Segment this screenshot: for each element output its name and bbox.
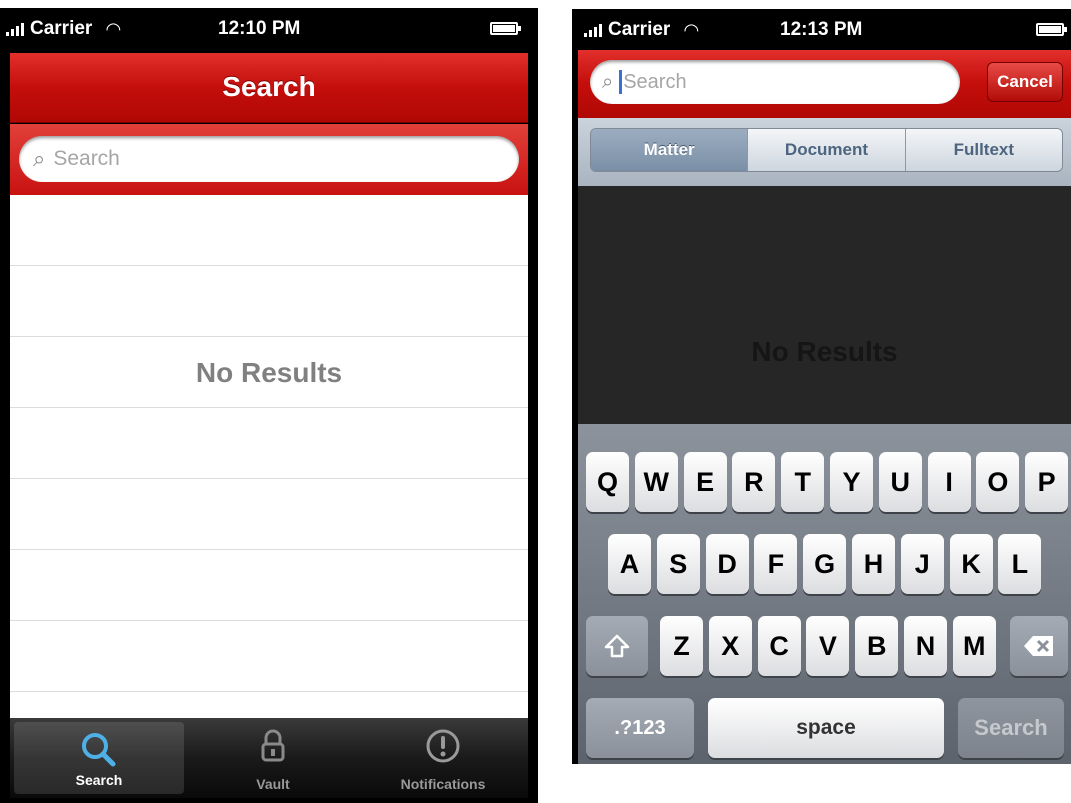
list-row xyxy=(10,479,528,550)
search-key[interactable]: Search xyxy=(958,698,1064,758)
search-input[interactable] xyxy=(53,147,434,171)
tab-vault[interactable]: Vault xyxy=(188,718,358,798)
exclamation-icon xyxy=(426,729,460,763)
wifi-icon: ◠ xyxy=(684,19,699,40)
navigation-bar: Search xyxy=(10,53,528,123)
phone-screen-search: Carrier ◠ 12:10 PM Search ⌕ No Results xyxy=(0,8,538,803)
key-o[interactable]: O xyxy=(976,452,1020,512)
key-c[interactable]: C xyxy=(757,616,801,676)
key-x[interactable]: X xyxy=(708,616,752,676)
backspace-icon xyxy=(1024,636,1053,656)
tab-bar: Search Vault Notifications xyxy=(10,718,528,798)
battery-icon xyxy=(1036,23,1067,36)
status-time: 12:10 PM xyxy=(218,18,301,39)
key-y[interactable]: Y xyxy=(830,452,873,512)
search-field[interactable]: ⌕ xyxy=(590,60,960,104)
status-time: 12:13 PM xyxy=(780,19,863,40)
shift-icon xyxy=(604,634,630,658)
key-s[interactable]: S xyxy=(656,534,700,594)
tab-label: Vault xyxy=(256,776,290,792)
results-overlay[interactable]: No Results xyxy=(578,186,1071,424)
key-e[interactable]: E xyxy=(683,452,727,512)
page-title: Search xyxy=(222,71,316,102)
list-row xyxy=(10,550,528,621)
key-g[interactable]: G xyxy=(803,534,847,594)
phone-screen-search-active: Carrier ◠ 12:13 PM ⌕ Cancel Matter Docum… xyxy=(572,9,1071,764)
search-navigation-bar: ⌕ Cancel xyxy=(578,50,1071,118)
key-l[interactable]: L xyxy=(998,534,1042,594)
key-f[interactable]: F xyxy=(754,534,798,594)
text-cursor xyxy=(619,70,623,94)
tab-notifications[interactable]: Notifications xyxy=(358,718,528,798)
key-h[interactable]: H xyxy=(852,534,895,594)
carrier-indicator: Carrier ◠ xyxy=(6,18,120,40)
list-row xyxy=(10,621,528,692)
battery-icon xyxy=(490,22,521,35)
list-row xyxy=(10,195,528,266)
key-m[interactable]: M xyxy=(952,616,996,676)
wifi-icon: ◠ xyxy=(106,18,121,39)
no-results-label: No Results xyxy=(195,357,343,388)
key-k[interactable]: K xyxy=(949,534,993,594)
no-results-label: No Results xyxy=(751,336,898,367)
key-v[interactable]: V xyxy=(806,616,850,676)
keyboard: QWERTYUIOP ASDFGHJKL ZXCVBNM .?123 space… xyxy=(578,424,1071,764)
key-p[interactable]: P xyxy=(1025,452,1069,512)
numbers-key[interactable]: .?123 xyxy=(586,698,694,758)
magnifier-icon: ⌕ xyxy=(33,146,46,171)
magnifier-icon: ⌕ xyxy=(602,70,614,93)
key-q[interactable]: Q xyxy=(586,452,629,512)
space-key[interactable]: space xyxy=(708,698,944,758)
status-bar: Carrier ◠ 12:13 PM xyxy=(572,9,1071,51)
signal-icon xyxy=(584,23,602,37)
scope-segmented-control: Matter Document Fulltext xyxy=(590,128,1063,172)
results-list: No Results xyxy=(10,195,528,720)
tab-label: Notifications xyxy=(400,776,486,792)
status-bar: Carrier ◠ 12:10 PM xyxy=(0,8,538,50)
search-field[interactable]: ⌕ xyxy=(19,136,519,182)
tab-search[interactable]: Search xyxy=(14,722,184,794)
search-bar: ⌕ xyxy=(10,124,528,195)
key-w[interactable]: W xyxy=(634,452,678,512)
scope-matter[interactable]: Matter xyxy=(591,129,748,171)
backspace-key[interactable] xyxy=(1010,616,1068,676)
key-b[interactable]: B xyxy=(855,616,899,676)
key-r[interactable]: R xyxy=(732,452,776,512)
key-a[interactable]: A xyxy=(608,534,651,594)
key-z[interactable]: Z xyxy=(660,616,703,676)
scope-bar: Matter Document Fulltext xyxy=(578,118,1071,186)
key-i[interactable]: I xyxy=(927,452,971,512)
list-row xyxy=(10,266,528,337)
key-j[interactable]: J xyxy=(900,534,944,594)
search-input[interactable] xyxy=(623,70,924,94)
carrier-label: Carrier xyxy=(608,19,671,40)
key-u[interactable]: U xyxy=(878,452,922,512)
carrier-indicator: Carrier ◠ xyxy=(584,19,698,41)
lock-icon xyxy=(261,729,285,762)
key-t[interactable]: T xyxy=(781,452,825,512)
tab-label: Search xyxy=(75,772,123,788)
key-n[interactable]: N xyxy=(904,616,947,676)
scope-document[interactable]: Document xyxy=(747,129,905,171)
shift-key[interactable] xyxy=(586,616,648,676)
cancel-button[interactable]: Cancel xyxy=(987,62,1063,102)
search-icon xyxy=(82,733,116,767)
carrier-label: Carrier xyxy=(30,18,93,39)
list-row xyxy=(10,408,528,479)
key-d[interactable]: D xyxy=(705,534,749,594)
signal-icon xyxy=(6,22,24,36)
scope-fulltext[interactable]: Fulltext xyxy=(904,129,1062,171)
